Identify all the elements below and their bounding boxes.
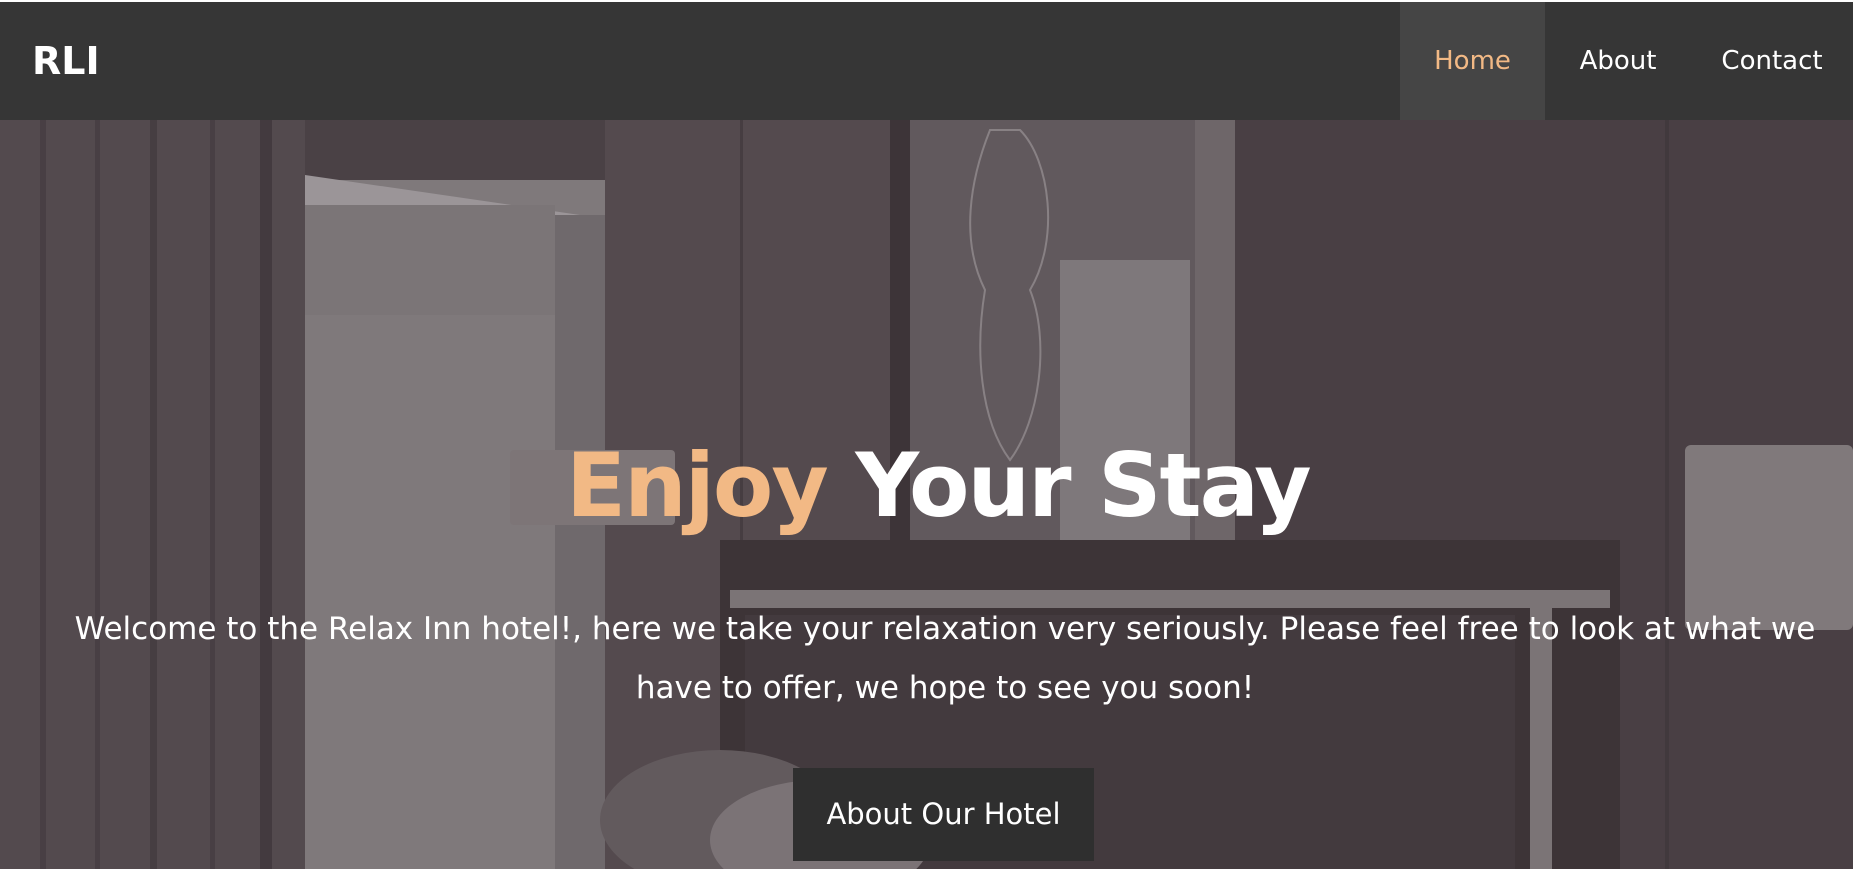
- nav-links: Home About Contact: [1400, 2, 1853, 120]
- nav-link-about[interactable]: About: [1545, 2, 1691, 120]
- hero-title-accent: Enjoy: [566, 434, 829, 537]
- hero-title-rest: Your Stay: [826, 434, 1311, 537]
- navbar: RLI Home About Contact: [0, 2, 1853, 120]
- about-our-hotel-button[interactable]: About Our Hotel: [793, 768, 1094, 861]
- hero-section: Enjoy Your Stay Welcome to the Relax Inn…: [0, 120, 1853, 869]
- hero-title: Enjoy Your Stay: [0, 437, 1853, 535]
- page: RLI Home About Contact Enjoy Your Stay W…: [0, 0, 1853, 869]
- hero-description: Welcome to the Relax Inn hotel!, here we…: [74, 611, 1816, 706]
- nav-link-contact[interactable]: Contact: [1691, 2, 1853, 120]
- brand-logo[interactable]: RLI: [32, 2, 100, 120]
- nav-link-home[interactable]: Home: [1400, 2, 1545, 120]
